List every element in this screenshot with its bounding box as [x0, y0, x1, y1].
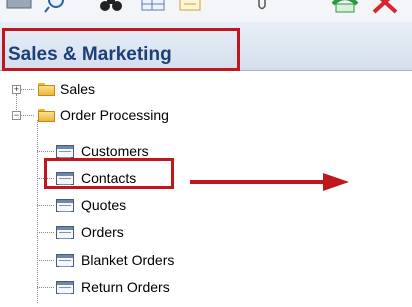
tree-connector [37, 151, 54, 152]
list-page-icon [56, 253, 74, 267]
list-page-icon [56, 280, 74, 294]
tree-item-return-orders[interactable]: Return Orders [56, 276, 170, 298]
tree-group-order-processing[interactable]: Order Processing [38, 104, 169, 126]
tree-item-label: Quotes [81, 197, 127, 213]
list-page-icon [56, 144, 74, 158]
tree-connector [37, 120, 38, 303]
list-page-icon [56, 225, 74, 239]
tree-group-sales[interactable]: Sales [38, 78, 95, 100]
folder-icon [38, 82, 55, 96]
collapse-icon[interactable]: − [12, 111, 21, 120]
tree-group-label: Order Processing [60, 107, 169, 123]
tree-connector [20, 89, 34, 90]
title-highlight-box [2, 28, 240, 71]
list-icon[interactable] [178, 0, 202, 14]
toolbar [0, 0, 412, 23]
tree-item-blanket-orders[interactable]: Blanket Orders [56, 249, 174, 271]
tree-item-label: Customers [81, 143, 149, 159]
arrow-shaft [190, 180, 325, 184]
tree-item-quotes[interactable]: Quotes [56, 194, 126, 216]
grid-icon[interactable] [140, 0, 166, 14]
tree-connector [20, 115, 34, 116]
tree-connector [37, 205, 54, 206]
binoculars-icon[interactable] [98, 0, 124, 14]
orders-highlight-box [44, 158, 174, 189]
open-folder-icon [38, 108, 55, 122]
search-icon[interactable] [44, 0, 68, 14]
expand-icon[interactable]: + [12, 85, 21, 94]
close-icon[interactable] [372, 0, 398, 14]
tree-item-orders[interactable]: Orders [56, 221, 124, 243]
tree-connector [37, 232, 54, 233]
navigation-tree: + Sales − Order Processing Customers Con… [0, 78, 412, 307]
tree-group-label: Sales [60, 81, 96, 97]
refresh-icon[interactable] [330, 0, 360, 14]
print-icon[interactable] [4, 0, 34, 14]
arrow-head-icon [323, 173, 349, 191]
tree-item-label: Blanket Orders [81, 252, 175, 268]
tree-connector [37, 260, 54, 261]
attachment-icon[interactable] [254, 0, 270, 14]
list-page-icon [56, 198, 74, 212]
tree-item-label: Return Orders [81, 279, 170, 295]
tree-connector [37, 287, 54, 288]
tree-item-label: Orders [81, 224, 124, 240]
